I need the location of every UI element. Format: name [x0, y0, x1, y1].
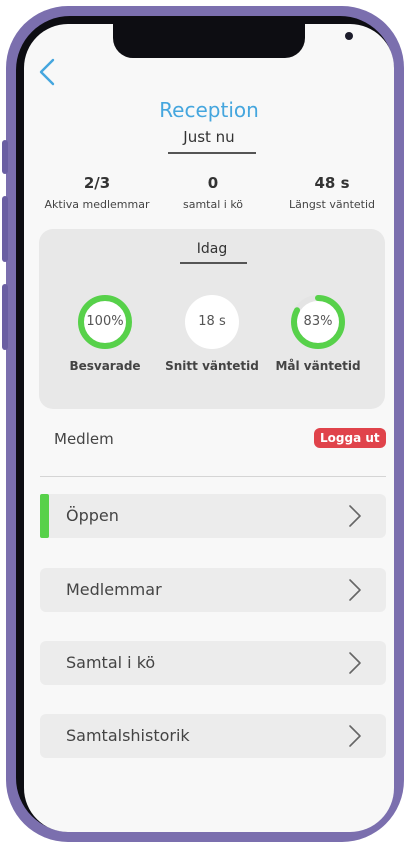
stat-longest-wait: 48 s Längst väntetid: [262, 174, 394, 211]
heading-underline: [180, 262, 247, 264]
goal-wait-ring: 83%: [289, 293, 347, 351]
chevron-right-icon: [349, 725, 361, 747]
metric-label-answered: Besvarade: [69, 359, 141, 373]
goal-wait-percent: 83%: [303, 314, 333, 329]
logout-button[interactable]: Logga ut: [314, 428, 386, 448]
answered-ring: 100%: [76, 293, 134, 351]
nav-item-label: Samtalshistorik: [66, 726, 190, 745]
side-button: [2, 196, 8, 262]
nav-item-label: Medlemmar: [66, 580, 162, 599]
member-label: Medlem: [54, 430, 114, 448]
notch: [113, 24, 353, 58]
nav-item-call-history[interactable]: Samtalshistorik: [40, 714, 386, 758]
chevron-right-icon: [349, 505, 361, 527]
divider: [40, 476, 386, 477]
side-button: [2, 140, 8, 174]
section-heading-today: Idag: [196, 241, 228, 257]
chevron-left-icon: [39, 58, 55, 86]
side-button: [2, 284, 8, 350]
metric-label-average-wait: Snitt väntetid: [165, 359, 259, 373]
metric-label-goal-wait: Mål väntetid: [275, 359, 361, 373]
answered-percent: 100%: [86, 314, 124, 329]
section-heading-current: Just nu: [183, 128, 235, 146]
stat-label: Längst väntetid: [288, 198, 376, 211]
nav-item-calls-in-queue[interactable]: Samtal i kö: [40, 641, 386, 685]
back-button[interactable]: [36, 58, 58, 86]
camera-icon: [345, 32, 353, 40]
chevron-right-icon: [349, 579, 361, 601]
heading-underline: [168, 152, 256, 154]
status-indicator: [40, 494, 49, 538]
average-wait-value: 18 s: [198, 314, 226, 329]
app-screen: Reception Just nu 2/3 Aktiva medlemmar 0…: [24, 24, 394, 832]
page-title: Reception: [159, 98, 259, 122]
chevron-right-icon: [349, 652, 361, 674]
today-card: Idag 100% Besvarade 18 s Snitt väntetid …: [39, 229, 385, 409]
nav-item-open[interactable]: Öppen: [40, 494, 386, 538]
average-wait-circle: 18 s: [183, 293, 241, 351]
nav-item-members[interactable]: Medlemmar: [40, 568, 386, 612]
nav-item-label: Samtal i kö: [66, 653, 156, 672]
stat-value: 48 s: [314, 174, 350, 192]
nav-item-label: Öppen: [66, 506, 119, 525]
